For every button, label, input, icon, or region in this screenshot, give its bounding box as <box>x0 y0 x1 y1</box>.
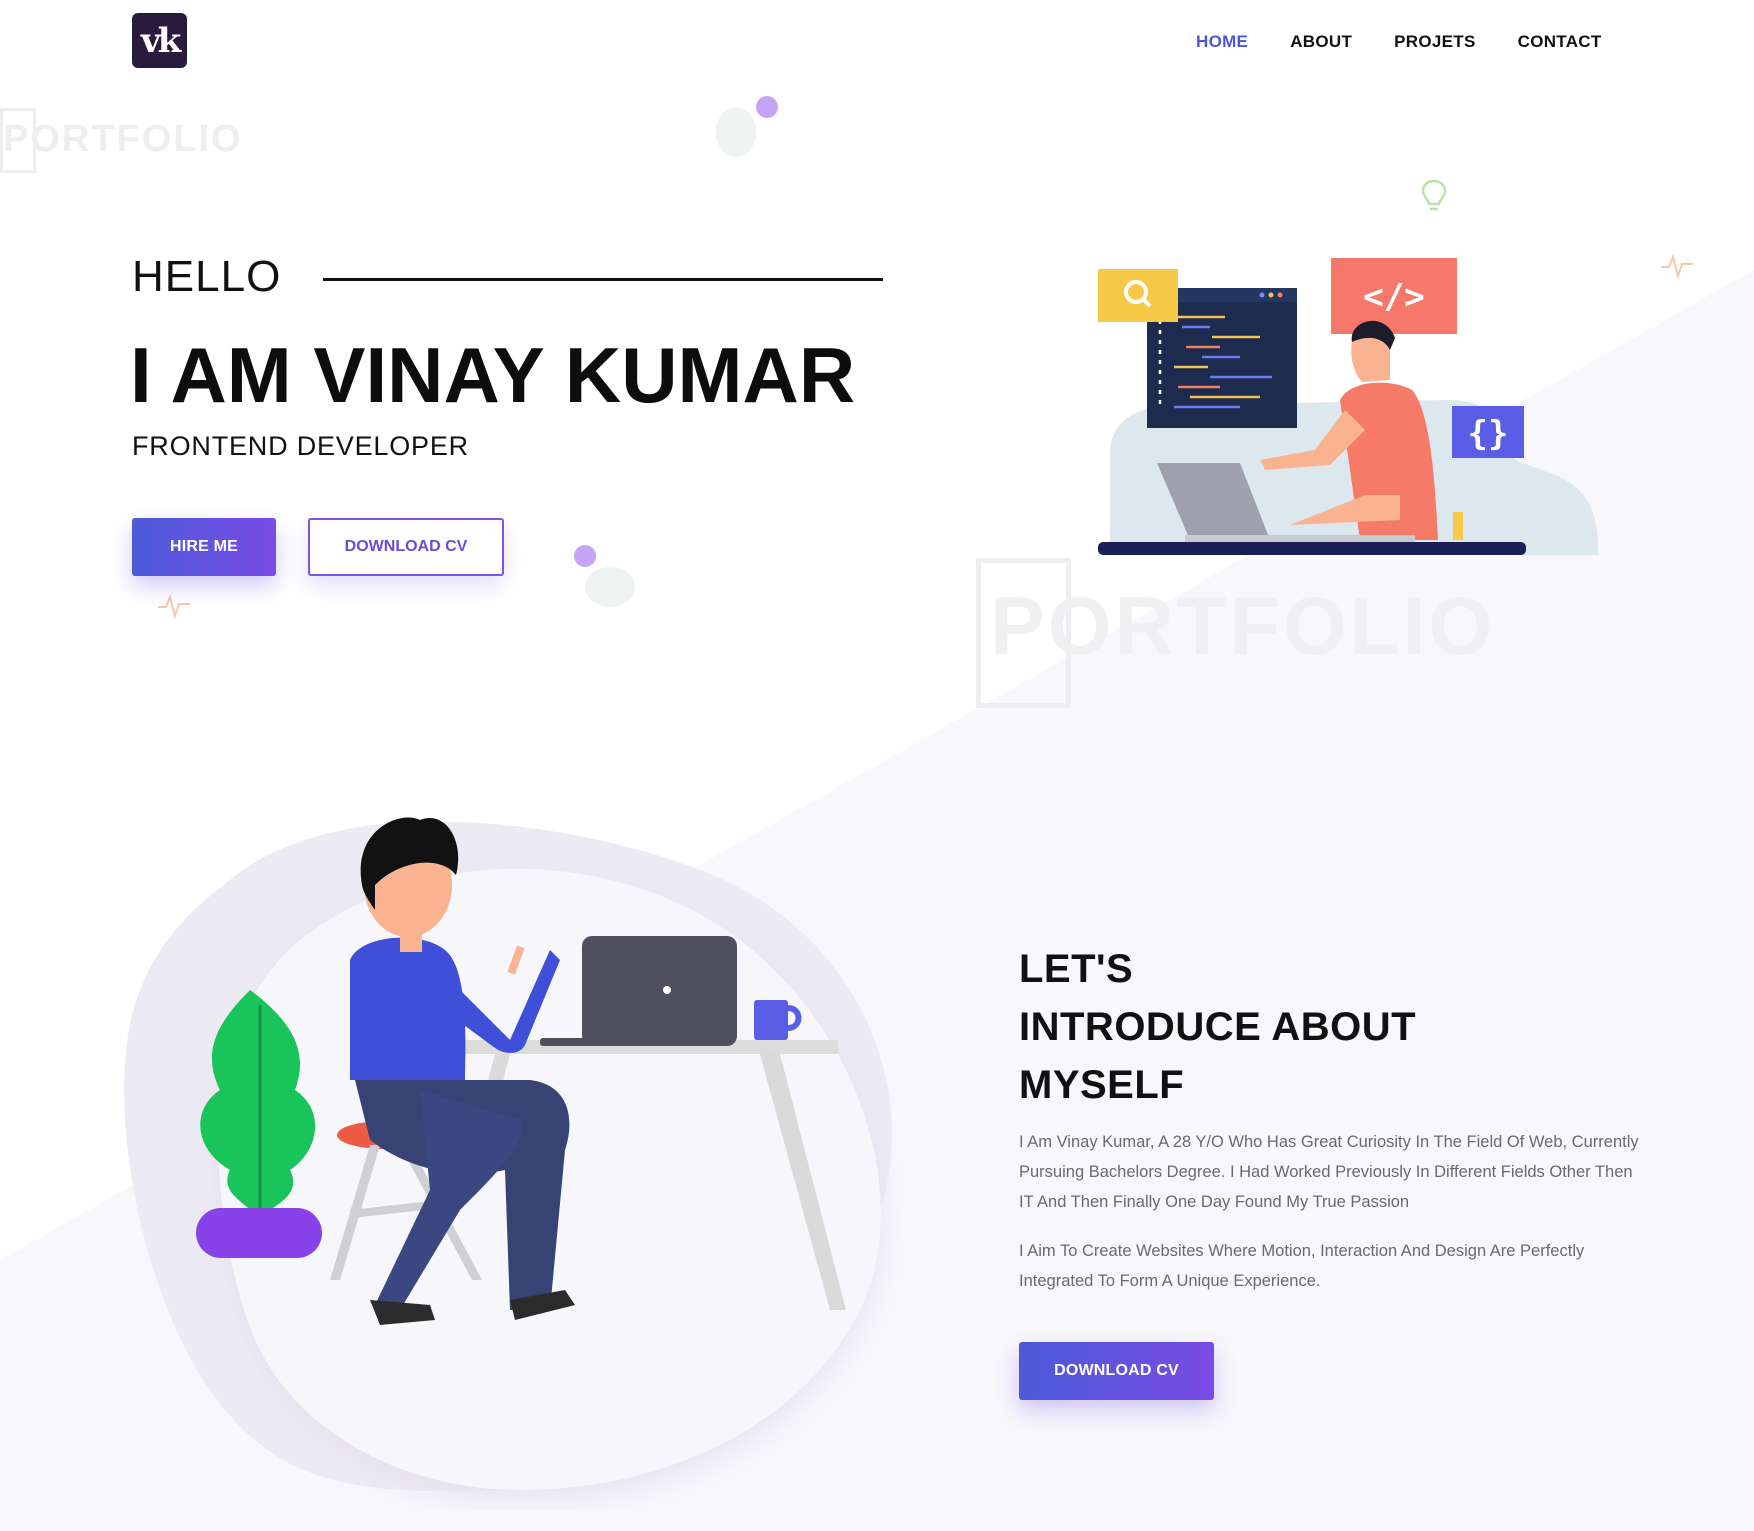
about-paragraph-2: I Aim To Create Websites Where Motion, I… <box>1019 1242 1585 1290</box>
decor-bubbles-top <box>716 96 778 157</box>
search-icon <box>1098 269 1178 322</box>
watermark-large: PORTFOLIO <box>990 581 1496 672</box>
logo-text: vk <box>140 20 181 61</box>
nav-about[interactable]: ABOUT <box>1290 32 1352 52</box>
developer-illustration: </> {} <box>1098 258 1599 555</box>
hero-name: I AM VINAY KUMAR <box>130 331 856 419</box>
svg-text:</>: </> <box>1363 277 1424 317</box>
about-title-line-2: INTRODUCE ABOUT <box>1019 1005 1417 1049</box>
nav-projets[interactable]: PROJETS <box>1394 32 1475 52</box>
watermark-small: PORTFOLIO <box>3 118 243 160</box>
hello-row: HELLO <box>132 252 884 302</box>
nav-home[interactable]: HOME <box>1196 32 1248 52</box>
pulse-icon <box>1661 253 1693 280</box>
download-cv-button-about[interactable]: DOWNLOAD CV <box>1019 1342 1214 1400</box>
logo[interactable]: vk <box>132 13 187 68</box>
hire-me-button[interactable]: HIRE ME <box>132 518 276 576</box>
decor-bubbles-mid <box>574 545 635 607</box>
hero-role: FRONTEND DEVELOPER <box>132 431 469 461</box>
svg-text:{}: {} <box>1468 414 1509 454</box>
greeting-divider <box>323 277 884 281</box>
about-title-line-1: LET'S <box>1019 947 1134 991</box>
about-title: LET'S INTRODUCE ABOUT MYSELF <box>1019 940 1416 1114</box>
about-paragraph-1: I Am Vinay Kumar, A 28 Y/O Who Has Great… <box>1019 1133 1639 1211</box>
pulse-icon <box>158 593 190 620</box>
greeting: HELLO <box>132 252 282 301</box>
about-title-line-3: MYSELF <box>1019 1063 1185 1107</box>
lightbulb-icon <box>1421 179 1447 211</box>
about-illustration <box>124 817 892 1492</box>
download-cv-button-hero[interactable]: DOWNLOAD CV <box>308 518 504 576</box>
nav-contact[interactable]: CONTACT <box>1518 32 1602 52</box>
main-nav: HOME ABOUT PROJETS CONTACT <box>1196 32 1644 52</box>
